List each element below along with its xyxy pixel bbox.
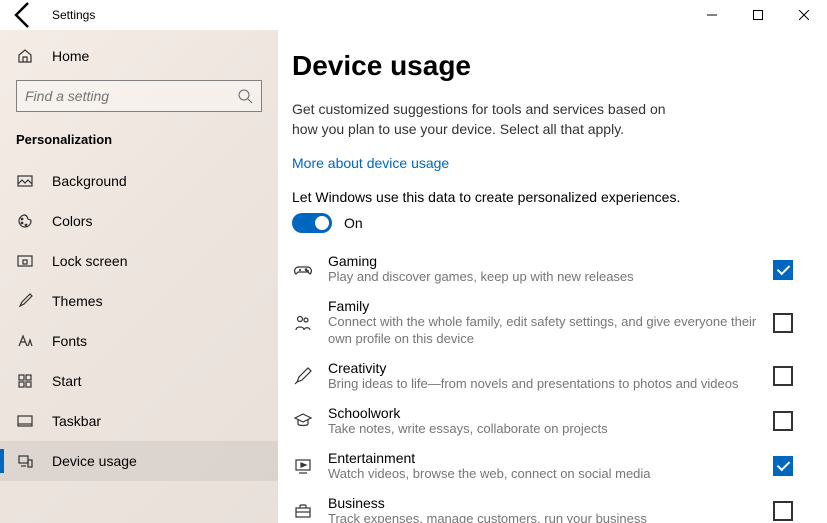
usage-checkbox[interactable] (773, 411, 793, 431)
sidebar-item-background[interactable]: Background (0, 161, 278, 201)
titlebar: Settings (0, 0, 827, 30)
palette-icon (16, 212, 34, 230)
usage-desc: Connect with the whole family, edit safe… (328, 314, 759, 348)
usage-title: Gaming (328, 253, 759, 269)
usage-list: Gaming Play and discover games, keep up … (292, 247, 797, 523)
sidebar-item-fonts[interactable]: Fonts (0, 321, 278, 361)
device-usage-icon (16, 452, 34, 470)
fonts-icon (16, 332, 34, 350)
usage-title: Entertainment (328, 450, 759, 466)
close-button[interactable] (781, 0, 827, 30)
sidebar-item-lockscreen[interactable]: Lock screen (0, 241, 278, 281)
toggle-state: On (344, 215, 363, 231)
back-button[interactable] (8, 0, 40, 31)
search-input[interactable] (25, 88, 237, 104)
sidebar-item-colors[interactable]: Colors (0, 201, 278, 241)
lock-screen-icon (16, 252, 34, 270)
creativity-icon (292, 365, 314, 387)
usage-item-family[interactable]: Family Connect with the whole family, ed… (292, 292, 797, 354)
home-icon (16, 47, 34, 65)
usage-desc: Play and discover games, keep up with ne… (328, 269, 759, 286)
usage-title: Family (328, 298, 759, 314)
personalized-toggle[interactable] (292, 213, 332, 233)
usage-title: Creativity (328, 360, 759, 376)
usage-checkbox[interactable] (773, 260, 793, 280)
usage-desc: Track expenses, manage customers, run yo… (328, 511, 759, 523)
usage-item-creativity[interactable]: Creativity Bring ideas to life—from nove… (292, 354, 797, 399)
usage-title: Schoolwork (328, 405, 759, 421)
sidebar-item-label: Taskbar (52, 413, 101, 429)
family-icon (292, 312, 314, 334)
window-controls (689, 0, 827, 30)
page-title: Device usage (292, 50, 797, 82)
business-icon (292, 500, 314, 522)
usage-desc: Take notes, write essays, collaborate on… (328, 421, 759, 438)
sidebar-item-label: Themes (52, 293, 103, 309)
sidebar-section-header: Personalization (0, 122, 278, 161)
main-content: Device usage Get customized suggestions … (278, 30, 827, 523)
brush-icon (16, 292, 34, 310)
entertainment-icon (292, 455, 314, 477)
usage-checkbox[interactable] (773, 456, 793, 476)
usage-checkbox[interactable] (773, 313, 793, 333)
schoolwork-icon (292, 410, 314, 432)
window-title: Settings (40, 8, 95, 22)
sidebar-item-label: Lock screen (52, 253, 127, 269)
sidebar: Home Personalization Background Colors (0, 30, 278, 523)
sidebar-item-label: Device usage (52, 453, 137, 469)
more-about-link[interactable]: More about device usage (292, 155, 449, 171)
start-icon (16, 372, 34, 390)
sidebar-home-label: Home (52, 48, 89, 64)
sidebar-item-taskbar[interactable]: Taskbar (0, 401, 278, 441)
minimize-button[interactable] (689, 0, 735, 30)
usage-item-gaming[interactable]: Gaming Play and discover games, keep up … (292, 247, 797, 292)
settings-window: Settings Home (0, 0, 827, 523)
usage-title: Business (328, 495, 759, 511)
search-icon (237, 88, 253, 104)
usage-desc: Bring ideas to life—from novels and pres… (328, 376, 759, 393)
maximize-button[interactable] (735, 0, 781, 30)
usage-desc: Watch videos, browse the web, connect on… (328, 466, 759, 483)
sidebar-item-label: Fonts (52, 333, 87, 349)
sidebar-item-themes[interactable]: Themes (0, 281, 278, 321)
usage-item-entertainment[interactable]: Entertainment Watch videos, browse the w… (292, 444, 797, 489)
picture-icon (16, 172, 34, 190)
page-description: Get customized suggestions for tools and… (292, 100, 672, 139)
search-box[interactable] (16, 80, 262, 112)
sidebar-home[interactable]: Home (0, 36, 278, 76)
gaming-icon (292, 259, 314, 281)
usage-item-business[interactable]: Business Track expenses, manage customer… (292, 489, 797, 523)
toggle-label: Let Windows use this data to create pers… (292, 189, 797, 205)
usage-item-schoolwork[interactable]: Schoolwork Take notes, write essays, col… (292, 399, 797, 444)
sidebar-item-device-usage[interactable]: Device usage (0, 441, 278, 481)
sidebar-item-label: Background (52, 173, 127, 189)
sidebar-item-label: Colors (52, 213, 92, 229)
sidebar-item-label: Start (52, 373, 82, 389)
sidebar-item-start[interactable]: Start (0, 361, 278, 401)
usage-checkbox[interactable] (773, 501, 793, 521)
usage-checkbox[interactable] (773, 366, 793, 386)
taskbar-icon (16, 412, 34, 430)
